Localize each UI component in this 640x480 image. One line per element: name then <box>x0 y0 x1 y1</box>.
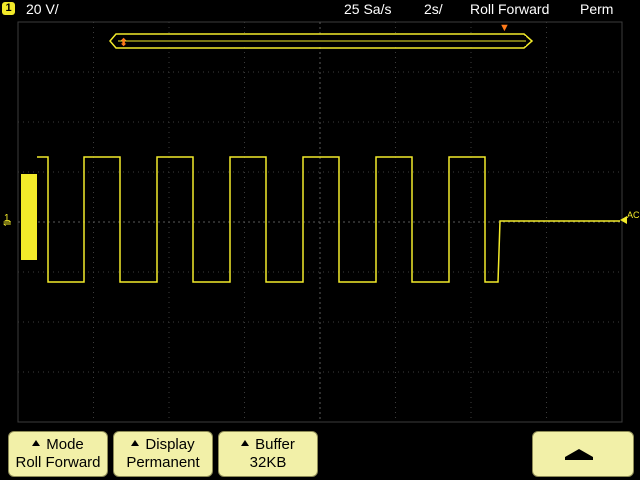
channel-1-badge[interactable]: 1 <box>2 2 15 15</box>
trigger-position-marker: ⬍ <box>119 37 128 49</box>
triangle-up-icon <box>32 440 41 446</box>
persistence-label: Perm <box>580 1 614 17</box>
display-softkey[interactable]: Display Permanent <box>113 431 213 477</box>
menu-up-icon <box>565 449 593 457</box>
trigger-coupling-label: AC <box>627 210 640 220</box>
time-per-div[interactable]: 2s/ <box>424 1 443 17</box>
display-softkey-value: Permanent <box>126 454 200 471</box>
ground-marker-icon[interactable]: ⇌ <box>3 218 11 229</box>
status-bar: 1 20 V/ 25 Sa/s 2s/ Roll Forward Perm <box>0 0 640 18</box>
menu-up-softkey[interactable] <box>532 431 634 477</box>
display-softkey-title: Display <box>145 436 195 453</box>
memory-bar[interactable]: ⬍ ▼ <box>109 22 534 49</box>
channel-1-trace <box>37 156 620 283</box>
mode-softkey[interactable]: Mode Roll Forward <box>8 431 108 477</box>
mode-softkey-title: Mode <box>46 436 84 453</box>
buffer-softkey-value: 32KB <box>249 454 287 471</box>
sample-rate: 25 Sa/s <box>344 1 392 17</box>
mode-softkey-value: Roll Forward <box>15 454 101 471</box>
volts-per-div[interactable]: 20 V/ <box>26 1 59 17</box>
graticule <box>17 21 623 423</box>
acquire-mode-label: Roll Forward <box>470 1 550 17</box>
triangle-up-icon <box>131 440 140 446</box>
waveform-display[interactable]: ⬍ ▼ 1 ⇌ AC <box>0 18 640 426</box>
acquisition-fill-bar <box>21 174 37 260</box>
trigger-arrow-icon: ▼ <box>499 22 510 34</box>
buffer-softkey[interactable]: Buffer 32KB <box>218 431 318 477</box>
triangle-up-icon <box>241 440 250 446</box>
trigger-level-icon[interactable] <box>620 216 627 224</box>
buffer-softkey-title: Buffer <box>255 436 295 453</box>
